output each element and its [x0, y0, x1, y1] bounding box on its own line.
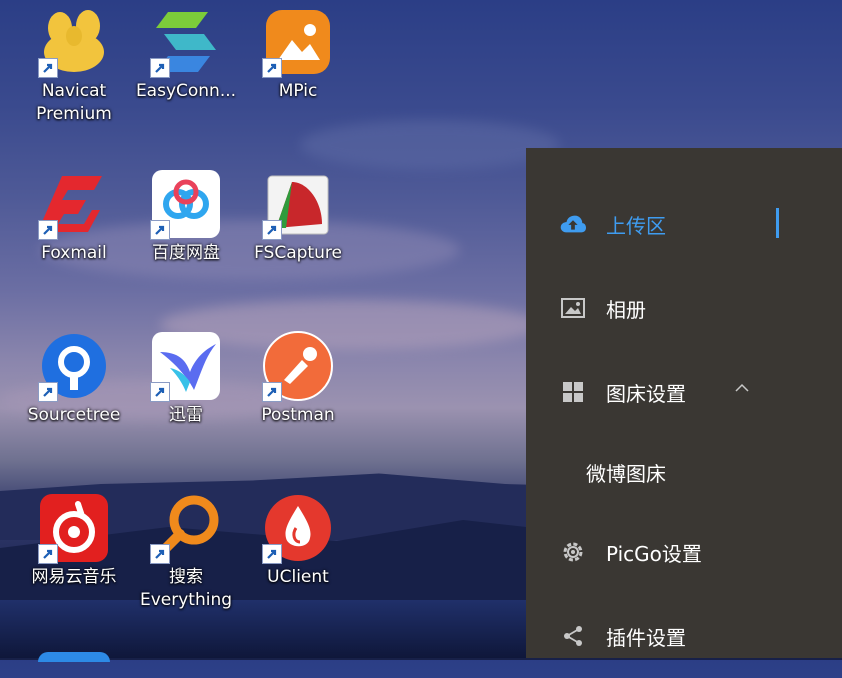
shortcut-arrow-icon	[150, 220, 170, 240]
sidebar-item-plugin-settings[interactable]: 插件设置	[526, 594, 842, 678]
sidebar-item-picgo-settings[interactable]: PicGo设置	[526, 510, 842, 594]
sidebar-item-upload[interactable]: 上传区	[526, 182, 842, 266]
active-indicator	[776, 208, 779, 238]
desktop-icon-label: EasyConn...	[135, 81, 237, 101]
desktop-icon-partial[interactable]	[38, 652, 110, 662]
desktop-icon-label: UClient	[267, 567, 329, 587]
desktop-icon-label: 百度网盘	[152, 243, 220, 263]
sidebar-item-label: 图床设置	[606, 381, 686, 406]
sidebar-subitem-weibo[interactable]: 微博图床	[526, 430, 842, 514]
shortcut-arrow-icon	[38, 58, 58, 78]
grid-icon	[560, 379, 586, 405]
sidebar-item-label: PicGo设置	[606, 541, 702, 566]
cloud-upload-icon	[560, 211, 586, 237]
desktop-icon-fscapture[interactable]: FSCapture	[242, 168, 354, 265]
chevron-up-icon[interactable]	[734, 380, 750, 396]
desktop-icon-label: Postman	[261, 405, 335, 425]
shortcut-arrow-icon	[262, 58, 282, 78]
desktop-icon-label: 迅雷	[169, 405, 203, 425]
sidebar-item-bed-settings[interactable]: 图床设置	[526, 350, 842, 434]
desktop-icon-baidupan[interactable]: 百度网盘	[130, 168, 242, 265]
image-icon	[560, 295, 586, 321]
desktop-icon-label: 搜索 Everything	[139, 567, 233, 610]
desktop-icon-sourcetree[interactable]: Sourcetree	[18, 330, 130, 427]
sidebar-item-label: 相册	[606, 297, 646, 322]
desktop-icon-easyconnect[interactable]: EasyConn...	[130, 6, 242, 103]
shortcut-arrow-icon	[262, 220, 282, 240]
shortcut-arrow-icon	[150, 58, 170, 78]
desktop-icon-postman[interactable]: Postman	[242, 330, 354, 427]
share-icon	[560, 623, 586, 649]
shortcut-arrow-icon	[38, 220, 58, 240]
desktop-icon-label: 网易云音乐	[31, 567, 117, 587]
shortcut-arrow-icon	[38, 544, 58, 564]
desktop-icon-label: FSCapture	[254, 243, 342, 263]
shortcut-arrow-icon	[150, 544, 170, 564]
desktop-icon-mpic[interactable]: MPic	[242, 6, 354, 103]
desktop-icon-xunlei[interactable]: 迅雷	[130, 330, 242, 427]
desktop-icon-everything[interactable]: 搜索 Everything	[130, 492, 242, 612]
shortcut-arrow-icon	[38, 382, 58, 402]
desktop-icon-uclient[interactable]: UClient	[242, 492, 354, 589]
desktop-icon-netease[interactable]: 网易云音乐	[18, 492, 130, 589]
shortcut-arrow-icon	[262, 544, 282, 564]
desktop-icon-label: Sourcetree	[27, 405, 121, 425]
desktop-icon-label: MPic	[278, 81, 318, 101]
sidebar-item-label: 上传区	[606, 213, 666, 238]
gear-icon	[560, 539, 586, 565]
desktop-icon-label: Foxmail	[41, 243, 107, 263]
sidebar-item-label: 微博图床	[586, 461, 666, 486]
picgo-sidebar: 上传区 相册 图床设置 微博图床 PicGo设置 插件设置	[526, 148, 842, 658]
desktop-icon-navicat[interactable]: Navicat Premium	[18, 6, 130, 126]
sidebar-item-label: 插件设置	[606, 625, 686, 650]
desktop-icon-label: Navicat Premium	[36, 81, 112, 124]
shortcut-arrow-icon	[262, 382, 282, 402]
desktop-icon-foxmail[interactable]: Foxmail	[18, 168, 130, 265]
sidebar-item-gallery[interactable]: 相册	[526, 266, 842, 350]
shortcut-arrow-icon	[150, 382, 170, 402]
